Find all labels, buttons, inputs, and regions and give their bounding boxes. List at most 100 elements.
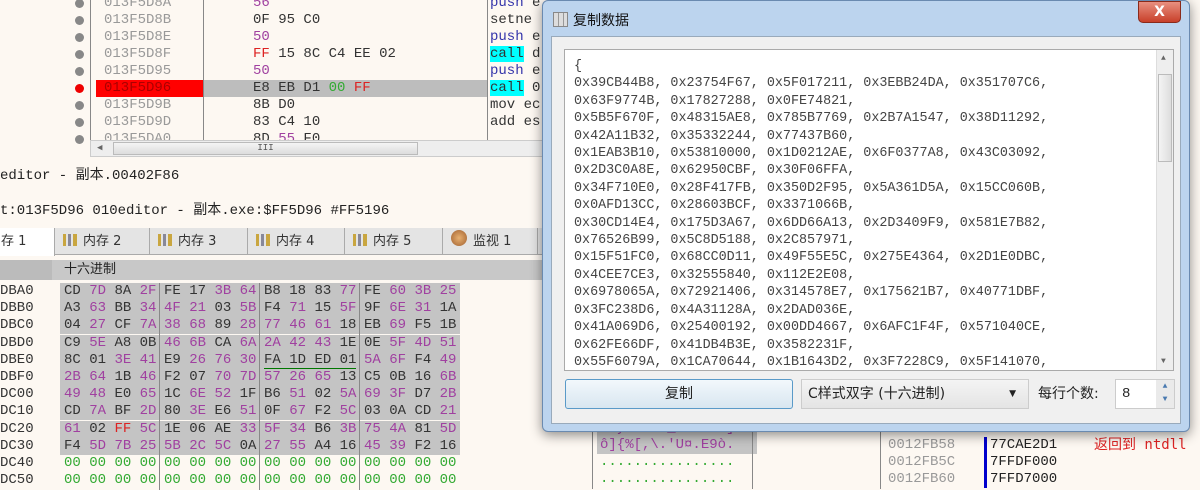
scroll-down-icon[interactable]: ▼ (1161, 357, 1166, 366)
hex-byte[interactable]: 63 (89, 300, 106, 316)
tab-监视 1[interactable]: 监视 1 (443, 228, 538, 255)
hex-byte[interactable]: 5C (214, 438, 231, 454)
hex-byte[interactable]: 00 (340, 455, 357, 471)
per-row-value[interactable]: 8 (1122, 386, 1130, 402)
hex-byte[interactable]: 3B (214, 283, 231, 299)
hex-byte[interactable]: 2C (189, 438, 206, 454)
scroll-thumb[interactable]: III (113, 142, 418, 155)
hex-byte[interactable]: 57 (264, 369, 281, 385)
hex-byte[interactable]: 9F (364, 300, 381, 316)
stack-row[interactable]: 0012FB5C 7FFDF000 (880, 454, 1200, 471)
hex-byte[interactable]: CD (64, 283, 81, 299)
hex-byte[interactable]: A3 (64, 300, 81, 316)
hex-byte[interactable]: 16 (440, 438, 457, 454)
hex-byte[interactable]: 00 (314, 472, 331, 488)
hex-byte[interactable]: 49 (64, 386, 81, 402)
hex-byte[interactable]: 21 (189, 300, 206, 316)
hex-byte[interactable]: 00 (414, 472, 431, 488)
tab-内存 4[interactable]: 内存 4 (248, 228, 345, 255)
hex-byte[interactable]: BB (114, 300, 131, 316)
hex-byte[interactable]: 8A (114, 283, 131, 299)
hex-byte[interactable]: 5B (240, 300, 257, 316)
hex-byte[interactable]: 7B (114, 438, 131, 454)
hex-byte[interactable]: 0F (264, 403, 281, 419)
hex-byte[interactable]: 00 (214, 472, 231, 488)
hex-byte[interactable]: 26 (289, 369, 306, 385)
hex-byte[interactable]: 00 (240, 472, 257, 488)
breakpoint-dot-icon[interactable] (75, 33, 84, 42)
hex-byte[interactable]: 77 (340, 283, 357, 299)
hex-byte[interactable]: 33 (240, 421, 257, 437)
hex-byte[interactable]: 6B (189, 335, 206, 351)
disasm-row[interactable]: 013F5D8A 56 push e (0, 0, 545, 12)
hex-byte[interactable]: ED (314, 351, 332, 370)
hex-byte[interactable]: 06 (189, 421, 206, 437)
hex-byte[interactable]: 00 (140, 455, 157, 471)
hex-row[interactable]: DBA0 CD 7D 8A 2F FE 17 3B 64 B8 18 83 77 FE … (0, 283, 560, 301)
hex-byte[interactable]: 5D (440, 421, 457, 437)
hex-byte[interactable]: 00 (240, 455, 257, 471)
scroll-up-icon[interactable]: ▲ (1161, 54, 1166, 63)
hex-row[interactable]: DBF0 2B 64 1B 46 F2 07 70 7D 57 26 65 13 C5 … (0, 369, 560, 387)
hex-byte[interactable]: 68 (189, 317, 206, 333)
hex-byte[interactable]: 51 (289, 386, 306, 402)
hex-byte[interactable]: 00 (264, 472, 281, 488)
hex-byte[interactable]: 46 (289, 317, 306, 333)
hex-byte[interactable]: 70 (214, 369, 231, 385)
hex-byte[interactable]: 00 (289, 472, 306, 488)
hex-byte[interactable]: 03 (214, 300, 231, 316)
hex-byte[interactable]: 38 (164, 317, 181, 333)
hex-byte[interactable]: 6B (440, 369, 457, 385)
hex-byte[interactable]: 31 (414, 300, 431, 316)
hex-byte[interactable]: CD (414, 403, 431, 419)
hex-byte[interactable]: 1C (164, 386, 181, 402)
hex-byte[interactable]: 81 (414, 421, 431, 437)
breakpoint-dot-icon[interactable] (75, 101, 84, 110)
disasm-row[interactable]: 013F5D96 E8 EB D1 00 FF call 0 (0, 80, 545, 97)
hex-byte[interactable]: 0E (364, 335, 381, 351)
hex-byte[interactable]: 1D (289, 351, 307, 370)
hex-byte[interactable]: 0A (240, 438, 257, 454)
hex-byte[interactable]: F2 (164, 369, 181, 385)
hex-byte[interactable]: 16 (340, 438, 357, 454)
data-textarea[interactable]: {0x39CB44B8, 0x23754F67, 0x5F017211, 0x3… (564, 49, 1174, 371)
hex-byte[interactable]: F5 (414, 317, 431, 333)
hex-byte[interactable]: 89 (214, 317, 231, 333)
hex-byte[interactable]: 00 (314, 455, 331, 471)
hex-byte[interactable]: 00 (64, 455, 81, 471)
hex-byte[interactable]: 28 (240, 317, 257, 333)
hex-byte[interactable]: 7A (89, 403, 106, 419)
scroll-left-icon[interactable]: ◀ (97, 141, 102, 156)
hex-byte[interactable]: 43 (314, 335, 331, 351)
hex-byte[interactable]: 02 (314, 386, 331, 402)
disasm-horizontal-scrollbar[interactable]: ◀ III (90, 140, 545, 157)
hex-byte[interactable]: 0B (140, 335, 157, 351)
hex-byte[interactable]: 8C (64, 352, 81, 368)
hex-byte[interactable]: 7D (240, 369, 257, 385)
hex-byte[interactable]: 00 (289, 455, 306, 471)
hex-byte[interactable]: 00 (89, 455, 106, 471)
hex-byte[interactable]: 51 (240, 403, 257, 419)
disasm-row[interactable]: 013F5D8F FF 15 8C C4 EE 02 call d (0, 46, 545, 63)
breakpoint-dot-icon[interactable] (75, 50, 84, 59)
hex-byte[interactable]: 55 (289, 438, 306, 454)
hex-byte[interactable]: 02 (89, 421, 106, 437)
hex-byte[interactable]: 76 (214, 352, 231, 368)
hex-byte[interactable]: 00 (164, 472, 181, 488)
hex-byte[interactable]: E6 (214, 403, 231, 419)
hex-byte[interactable]: 69 (389, 317, 406, 333)
hex-byte[interactable]: 5C (140, 421, 157, 437)
hex-byte[interactable]: F4 (64, 438, 81, 454)
hex-byte[interactable]: 6A (240, 335, 257, 351)
hex-byte[interactable]: FE (364, 283, 381, 299)
hex-byte[interactable]: 41 (140, 352, 157, 368)
hex-row[interactable]: DBE0 8C 01 3E 41 E9 26 76 30 FA 1D ED 01 5A … (0, 351, 560, 370)
hex-byte[interactable]: 3E (114, 352, 131, 368)
hex-byte[interactable]: 0B (389, 369, 406, 385)
hex-byte[interactable]: 00 (389, 455, 406, 471)
hex-byte[interactable]: AE (214, 421, 231, 437)
tab-内存 5[interactable]: 内存 5 (345, 228, 443, 255)
disasm-row[interactable]: 013F5D8B 0F 95 C0 setne (0, 12, 545, 29)
hex-byte[interactable]: 1E (340, 335, 357, 351)
hex-row[interactable]: DC30 F4 5D 7B 25 5B 2C 5C 0A 27 55 A4 16 45 … (0, 437, 560, 456)
